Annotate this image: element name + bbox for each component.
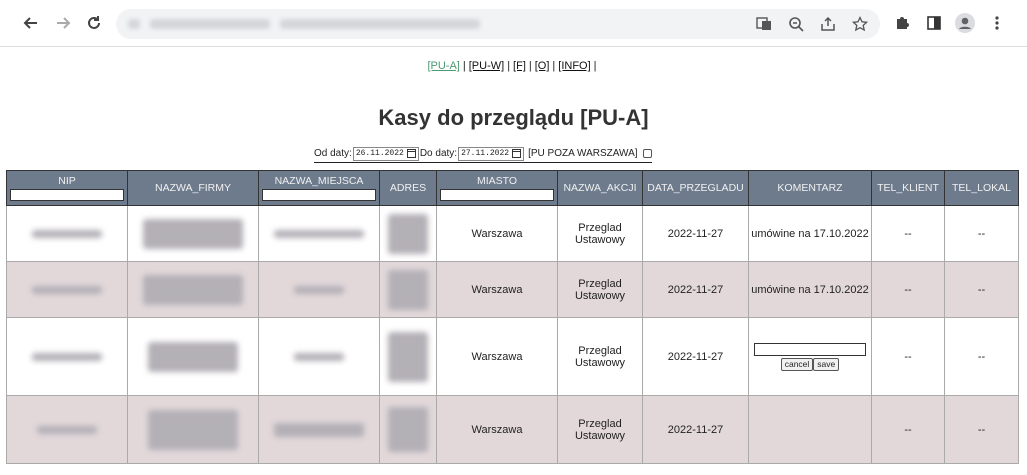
translate-icon[interactable]: [754, 14, 774, 34]
col-header-nazwa-akcji[interactable]: NAZWA_AKCJI: [557, 170, 643, 206]
to-date-input[interactable]: 27.11.2022: [458, 146, 525, 161]
to-date-label: Do daty:: [419, 148, 458, 159]
nav-link-info[interactable]: [INFO]: [558, 60, 590, 72]
nav-link-o[interactable]: [O]: [535, 60, 550, 72]
table-row[interactable]: Warszawa Przeglad Ustawowy 2022-11-27 um…: [6, 205, 1019, 262]
back-icon[interactable]: [18, 10, 44, 36]
table-row[interactable]: Warszawa Przeglad Ustawowy 2022-11-27 ca…: [6, 317, 1019, 396]
inspection-table: NIP NAZWA_FIRMY NAZWA_MIEJSCA ADRES MIAS…: [6, 170, 1019, 464]
menu-icon[interactable]: [986, 12, 1008, 34]
col-header-nip[interactable]: NIP: [6, 170, 128, 206]
cell-komentarz-editor: cancel save: [748, 317, 872, 396]
page-title: Kasy do przeglądu [PU-A]: [378, 105, 649, 130]
sidepanel-icon[interactable]: [923, 12, 945, 34]
date-filter-bar: Od daty: 26.11.2022 Do daty: 27.11.2022 …: [314, 145, 652, 163]
col-header-tel-lokal[interactable]: TEL_LOKAL: [944, 170, 1019, 206]
miasto-filter-input[interactable]: [440, 189, 554, 201]
nav-link-pu-w[interactable]: [PU-W]: [469, 60, 504, 72]
cell-tel-lokal: --: [944, 205, 1019, 262]
address-bar[interactable]: [116, 9, 880, 39]
cell-miasto: Warszawa: [436, 261, 558, 318]
cell-komentarz[interactable]: [748, 395, 872, 464]
top-navigation: [PU-A] | [PU-W] | [F] | [O] | [INFO] |: [427, 60, 597, 72]
nazwa-miejsca-filter-input[interactable]: [262, 189, 376, 201]
profile-icon[interactable]: [954, 12, 976, 34]
cell-tel-klient: --: [871, 205, 945, 262]
save-button[interactable]: save: [813, 357, 840, 371]
col-header-tel-klient[interactable]: TEL_KLIENT: [871, 170, 945, 206]
cell-akcja: Przeglad Ustawowy: [557, 205, 643, 262]
calendar-icon[interactable]: [512, 149, 522, 158]
col-header-komentarz[interactable]: KOMENTARZ: [748, 170, 872, 206]
cancel-button[interactable]: cancel: [780, 357, 814, 371]
browser-toolbar: [0, 0, 1027, 47]
cell-miasto: Warszawa: [436, 395, 558, 464]
cell-akcja: Przeglad Ustawowy: [557, 317, 643, 396]
from-date-input[interactable]: 26.11.2022: [352, 146, 419, 161]
extensions-icon[interactable]: [891, 12, 913, 34]
cell-tel-lokal: --: [944, 395, 1019, 464]
outside-warsaw-checkbox[interactable]: [642, 149, 652, 158]
col-header-nazwa-miejsca[interactable]: NAZWA_MIEJSCA: [258, 170, 380, 206]
cell-data: 2022-11-27: [642, 261, 749, 318]
cell-tel-lokal: --: [944, 317, 1019, 396]
calendar-icon[interactable]: [406, 149, 416, 158]
table-header-row: NIP NAZWA_FIRMY NAZWA_MIEJSCA ADRES MIAS…: [6, 170, 1019, 206]
cell-akcja: Przeglad Ustawowy: [557, 395, 643, 464]
cell-tel-klient: --: [871, 317, 945, 396]
forward-icon[interactable]: [50, 10, 76, 36]
comment-edit-input[interactable]: [754, 342, 866, 356]
share-icon[interactable]: [818, 14, 838, 34]
cell-tel-klient: --: [871, 395, 945, 464]
cell-akcja: Przeglad Ustawowy: [557, 261, 643, 318]
col-header-miasto[interactable]: MIASTO: [436, 170, 558, 206]
cell-miasto: Warszawa: [436, 205, 558, 262]
outside-warsaw-label: [PU POZA WARSZAWA]: [528, 148, 638, 159]
cell-tel-klient: --: [871, 261, 945, 318]
table-row[interactable]: Warszawa Przeglad Ustawowy 2022-11-27 um…: [6, 261, 1019, 318]
cell-komentarz[interactable]: umówine na 17.10.2022: [748, 205, 872, 262]
cell-data: 2022-11-27: [642, 205, 749, 262]
zoom-icon[interactable]: [786, 14, 806, 34]
reload-icon[interactable]: [81, 10, 107, 36]
nav-link-pu-a[interactable]: [PU-A]: [427, 60, 459, 72]
nav-link-f[interactable]: [F]: [513, 60, 526, 72]
from-date-label: Od daty:: [314, 148, 352, 159]
cell-miasto: Warszawa: [436, 317, 558, 396]
cell-tel-lokal: --: [944, 261, 1019, 318]
table-row[interactable]: Warszawa Przeglad Ustawowy 2022-11-27 --…: [6, 395, 1019, 464]
cell-data: 2022-11-27: [642, 395, 749, 464]
col-header-nazwa-firmy[interactable]: NAZWA_FIRMY: [127, 170, 259, 206]
col-header-adres[interactable]: ADRES: [379, 170, 437, 206]
nip-filter-input[interactable]: [10, 189, 124, 201]
star-icon[interactable]: [850, 14, 870, 34]
cell-data: 2022-11-27: [642, 317, 749, 396]
col-header-data-przegladu[interactable]: DATA_PRZEGLADU: [642, 170, 749, 206]
cell-komentarz[interactable]: umówine na 17.10.2022: [748, 261, 872, 318]
